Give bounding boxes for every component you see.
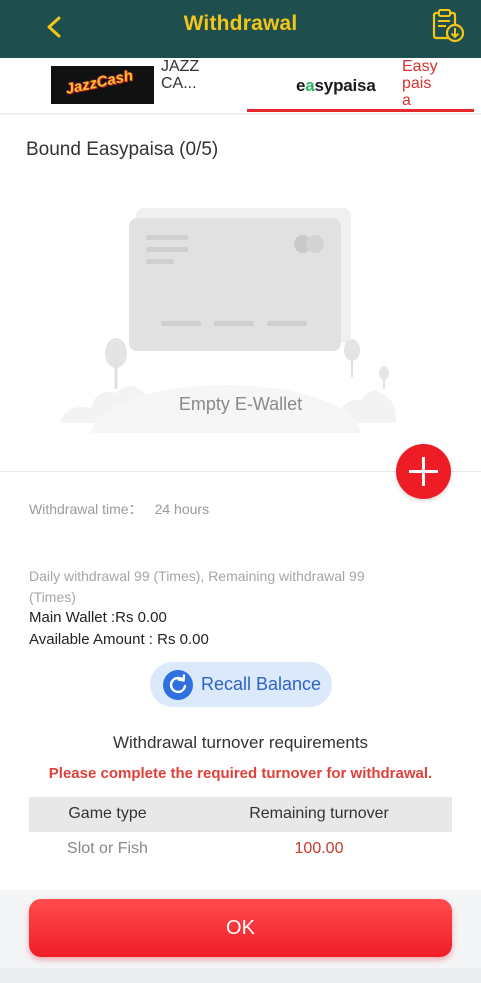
bound-wallet-title: Bound Easypaisa (0/5) — [26, 139, 219, 160]
column-header-game-type: Game type — [68, 805, 147, 822]
tab-jazzcash[interactable]: JazzCash JAZZCA... — [0, 58, 240, 114]
jazzcash-logo: JazzCash — [51, 66, 154, 104]
turnover-table-header: Game type Remaining turnover — [29, 797, 452, 832]
table-cell-game-type: Slot or Fish — [67, 840, 148, 857]
clipboard-download-icon — [432, 9, 465, 43]
tab-easypaisa[interactable]: easypaisa Easypaisa — [240, 58, 481, 114]
turnover-title: Withdrawal turnover requirements — [112, 733, 369, 752]
tab-label-easypaisa: Easypaisa — [402, 58, 438, 109]
bound-wallet-panel: Bound Easypaisa (0/5) Empty E-Wallet — [0, 115, 481, 471]
column-header-remaining-turnover: Remaining turnover — [249, 805, 389, 822]
ok-button[interactable]: OK — [29, 899, 452, 957]
table-cell-remaining-turnover: 100.00 — [294, 840, 344, 857]
withdrawal-history-button[interactable] — [428, 8, 468, 44]
refresh-icon — [163, 670, 193, 700]
withdrawal-time-label: Withdrawal time： — [29, 501, 143, 517]
main-wallet-balance: Main Wallet :Rs 0.00 — [29, 609, 167, 626]
easypaisa-logo: easypaisa — [296, 76, 376, 95]
withdrawal-time-value: 24 hours — [154, 501, 210, 517]
turnover-warning: Please complete the required turnover fo… — [48, 765, 433, 782]
withdrawal-time: Withdrawal time： 24 hours — [29, 499, 209, 519]
tab-label-jazzcash: JAZZCA... — [161, 58, 200, 92]
recall-balance-button[interactable]: Recall Balance — [150, 662, 332, 707]
bottom-strip — [0, 968, 481, 983]
active-tab-indicator — [247, 109, 474, 112]
page-title: Withdrawal — [183, 12, 298, 35]
empty-wallet-text: Empty E-Wallet — [178, 394, 303, 414]
payment-method-tabs: JazzCash JAZZCA... easypaisa Easypaisa — [0, 58, 481, 114]
ok-button-label: OK — [226, 917, 255, 939]
recall-balance-label: Recall Balance — [201, 674, 322, 694]
add-wallet-button[interactable] — [396, 444, 451, 499]
app-header: Withdrawal — [0, 0, 481, 58]
daily-withdrawal-limit: Daily withdrawal 99 (Times), Remaining w… — [29, 568, 365, 605]
available-amount: Available Amount : Rs 0.00 — [29, 631, 209, 648]
